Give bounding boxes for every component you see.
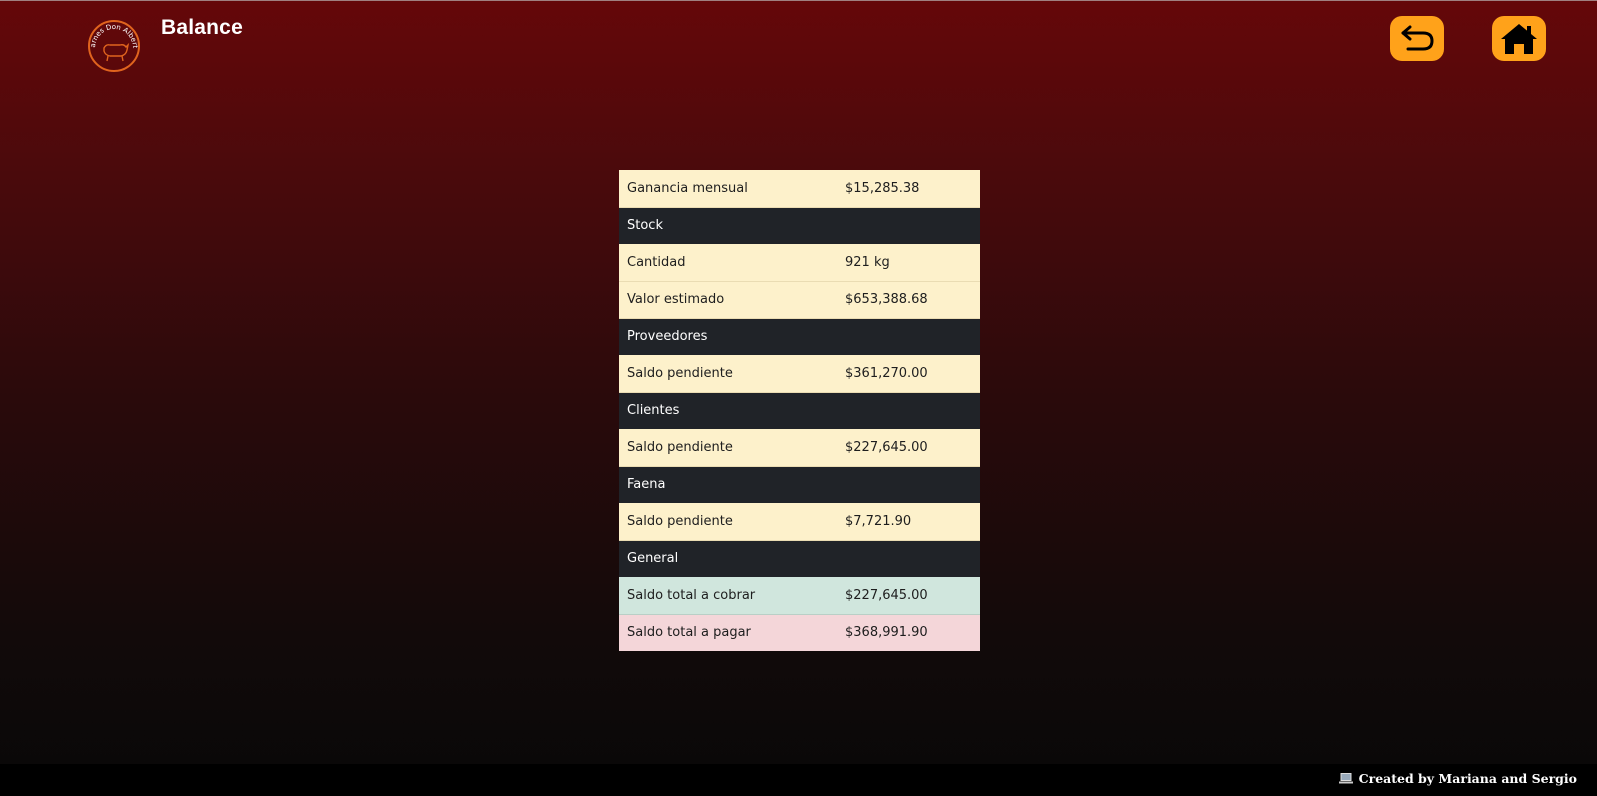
saldo-cobrar-label: Saldo total a cobrar	[619, 577, 837, 615]
back-button[interactable]	[1390, 16, 1444, 61]
cantidad-value: 921 kg	[837, 244, 980, 282]
faena-heading: Faena	[619, 466, 980, 503]
section-header-clientes: Clientes	[619, 392, 980, 429]
saldo-pagar-value: $368,991.90	[837, 614, 980, 651]
clientes-saldo-value: $227,645.00	[837, 429, 980, 467]
valor-estimado-label: Valor estimado	[619, 281, 837, 319]
table-row-proveedores-saldo: Saldo pendiente $361,270.00	[619, 355, 980, 393]
clientes-heading: Clientes	[619, 392, 980, 429]
table-row-faena-saldo: Saldo pendiente $7,721.90	[619, 503, 980, 541]
logo: Carnes Don Alberto	[86, 18, 140, 72]
page-title: Balance	[161, 16, 243, 39]
stock-heading: Stock	[619, 207, 980, 244]
table-row-valor-estimado: Valor estimado $653,388.68	[619, 281, 980, 319]
ganancia-label: Ganancia mensual	[619, 170, 837, 208]
footer: Created by Mariana and Sergio	[0, 764, 1597, 796]
footer-credit: Created by Mariana and Sergio	[1338, 771, 1577, 786]
section-header-proveedores: Proveedores	[619, 318, 980, 355]
section-header-faena: Faena	[619, 466, 980, 503]
ganancia-value: $15,285.38	[837, 170, 980, 208]
section-header-stock: Stock	[619, 207, 980, 244]
balance-table: Ganancia mensual $15,285.38 Stock Cantid…	[619, 170, 980, 651]
logo-text: Carnes Don Alberto	[86, 18, 139, 49]
table-row-cantidad: Cantidad 921 kg	[619, 244, 980, 282]
back-arrow-icon	[1401, 25, 1434, 50]
table-row-saldo-cobrar: Saldo total a cobrar $227,645.00	[619, 577, 980, 615]
home-icon	[1501, 23, 1537, 54]
saldo-cobrar-value: $227,645.00	[837, 577, 980, 615]
saldo-pagar-label: Saldo total a pagar	[619, 614, 837, 651]
home-button[interactable]	[1492, 16, 1546, 61]
faena-saldo-label: Saldo pendiente	[619, 503, 837, 541]
table-row-ganancia: Ganancia mensual $15,285.38	[619, 170, 980, 208]
table-row-clientes-saldo: Saldo pendiente $227,645.00	[619, 429, 980, 467]
proveedores-saldo-label: Saldo pendiente	[619, 355, 837, 393]
clientes-saldo-label: Saldo pendiente	[619, 429, 837, 467]
valor-estimado-value: $653,388.68	[837, 281, 980, 319]
laptop-icon	[1338, 773, 1353, 784]
proveedores-heading: Proveedores	[619, 318, 980, 355]
faena-saldo-value: $7,721.90	[837, 503, 980, 541]
cow-icon	[103, 42, 130, 62]
footer-text: Created by Mariana and Sergio	[1358, 771, 1577, 786]
table-row-saldo-pagar: Saldo total a pagar $368,991.90	[619, 614, 980, 651]
proveedores-saldo-value: $361,270.00	[837, 355, 980, 393]
general-heading: General	[619, 540, 980, 577]
section-header-general: General	[619, 540, 980, 577]
cantidad-label: Cantidad	[619, 244, 837, 282]
